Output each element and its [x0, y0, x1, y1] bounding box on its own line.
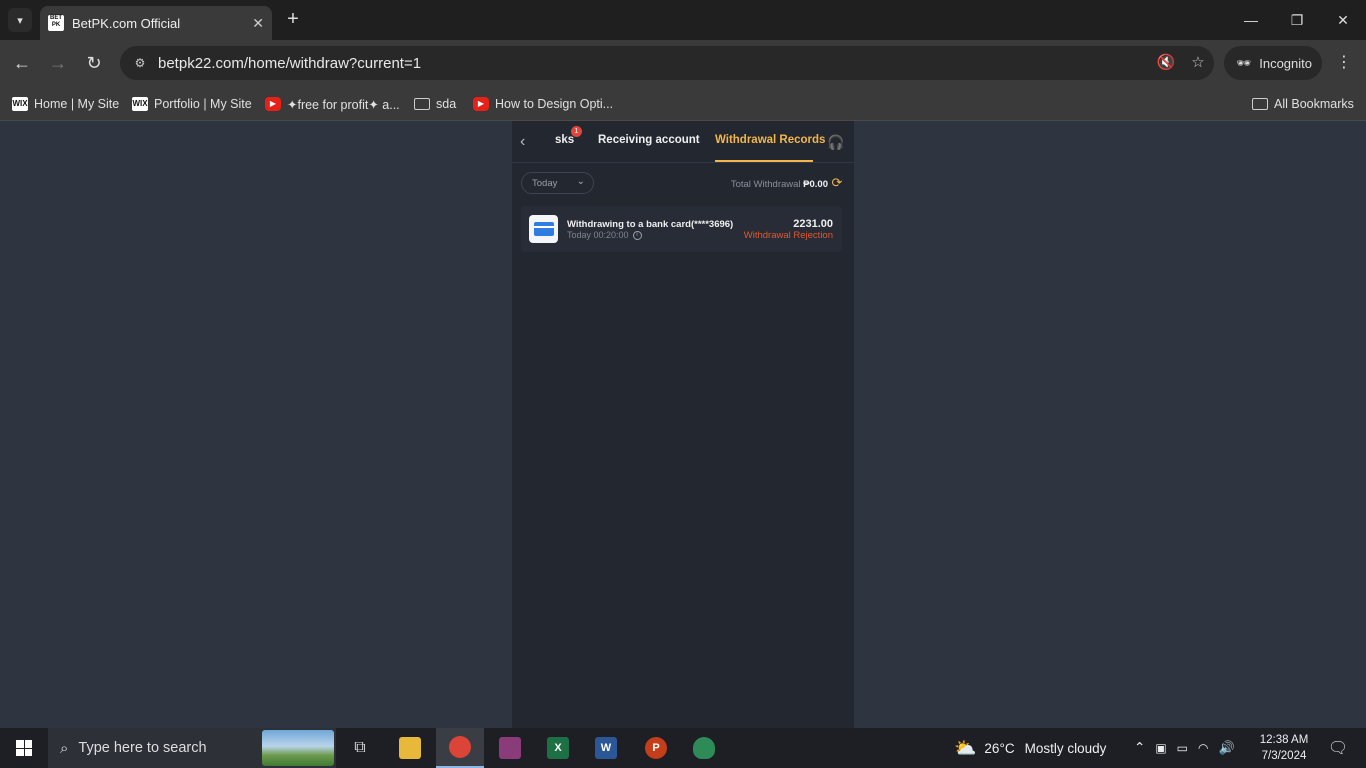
- wix-icon: WIX: [132, 97, 148, 111]
- notification-icon[interactable]: 🗨: [1318, 728, 1358, 768]
- bookmark-label: Portfolio | My Site: [154, 97, 252, 111]
- battery-icon[interactable]: ▭: [1177, 741, 1188, 755]
- weather-temp: 26°C: [984, 740, 1015, 756]
- powerpoint-icon[interactable]: P: [632, 728, 680, 768]
- search-placeholder: Type here to search: [78, 740, 207, 756]
- browser-tab-strip: ▾ BET PK BetPK.com Official ✕ + — ❐ ✕: [0, 0, 1366, 40]
- start-button[interactable]: [0, 728, 48, 768]
- clock-time: 12:38 AM: [1259, 734, 1309, 746]
- bookmark-label: ✦free for profit✦ a...: [287, 97, 400, 112]
- chevron-up-icon[interactable]: ⌃: [1134, 740, 1145, 756]
- headset-support-icon[interactable]: 🎧: [827, 133, 845, 151]
- chrome-icon[interactable]: [436, 728, 484, 768]
- excel-icon[interactable]: X: [534, 728, 582, 768]
- bank-card-icon: [529, 215, 558, 243]
- date-filter-select[interactable]: Today ⌄: [521, 172, 594, 194]
- total-withdrawal: Total Withdrawal ₱0.00: [731, 179, 828, 190]
- wifi-icon[interactable]: ◠: [1198, 741, 1208, 755]
- meet-now-icon[interactable]: ▣: [1155, 741, 1166, 755]
- browser-menu-icon[interactable]: ⋮: [1334, 52, 1354, 74]
- bookmark-item[interactable]: ▶ ✦free for profit✦ a...: [265, 92, 400, 116]
- date-filter-value: Today: [532, 177, 558, 189]
- bookmark-star-icon[interactable]: ☆: [1182, 51, 1214, 75]
- bookmarks-bar: WIX Home | My Site WIX Portfolio | My Si…: [0, 86, 1366, 121]
- file-explorer-icon[interactable]: [386, 728, 434, 768]
- bookmark-item[interactable]: WIX Portfolio | My Site: [132, 92, 252, 116]
- search-icon: ⌕: [60, 739, 69, 757]
- bookmark-item[interactable]: WIX Home | My Site: [12, 92, 119, 116]
- active-tab-underline: [715, 160, 813, 162]
- close-tab-icon[interactable]: ✕: [252, 15, 264, 32]
- clock-date: 7/3/2024: [1261, 750, 1307, 762]
- wix-icon: WIX: [12, 97, 28, 111]
- back-arrow-icon[interactable]: ←: [10, 51, 34, 75]
- bookmark-label: How to Design Opti...: [495, 97, 614, 111]
- windows-logo-icon: [16, 740, 32, 756]
- close-window-icon[interactable]: ✕: [1320, 0, 1366, 40]
- total-withdrawal-amount: ₱0.00: [803, 179, 828, 190]
- search-highlight-image: [262, 730, 334, 766]
- page-viewport: ‹ sks 1 Receiving account Withdrawal Rec…: [0, 121, 1366, 728]
- tab-badge: 1: [571, 126, 582, 137]
- incognito-icon: 🕶: [1236, 56, 1252, 70]
- withdraw-panel: ‹ sks 1 Receiving account Withdrawal Rec…: [512, 121, 854, 728]
- info-icon[interactable]: i: [632, 231, 642, 241]
- back-chevron-icon[interactable]: ‹: [520, 133, 536, 151]
- all-bookmarks-label: All Bookmarks: [1274, 97, 1354, 111]
- word-icon[interactable]: W: [582, 728, 630, 768]
- tab-title: BetPK.com Official: [72, 15, 181, 31]
- tab-withdrawal-records[interactable]: Withdrawal Records: [715, 134, 825, 146]
- task-view-icon[interactable]: ⧉: [336, 728, 384, 768]
- tab-search-chevron-icon[interactable]: ▾: [8, 8, 32, 32]
- youtube-icon: ▶: [473, 97, 489, 111]
- system-tray: ⌃ ▣ ▭ ◠ 🔊: [1134, 728, 1235, 768]
- app-shield-icon[interactable]: [680, 728, 728, 768]
- site-favicon-icon: BET PK: [48, 15, 64, 31]
- weather-widget[interactable]: ⛅ 26°C Mostly cloudy: [954, 728, 1106, 768]
- address-bar[interactable]: ⚙ betpk22.com/home/withdraw?current=1 🔇 …: [120, 46, 1214, 80]
- record-time: Today 00:20:00 i: [567, 230, 642, 241]
- bookmark-label: Home | My Site: [34, 97, 120, 111]
- winrar-icon[interactable]: [486, 728, 534, 768]
- record-title: Withdrawing to a bank card(****3696): [567, 219, 734, 230]
- cloudy-weather-icon: ⛅: [954, 737, 977, 758]
- site-settings-icon[interactable]: ⚙: [130, 53, 150, 73]
- record-amount: 2231.00: [793, 218, 833, 230]
- browser-toolbar: ← → ↻ ⚙ betpk22.com/home/withdraw?curren…: [0, 40, 1366, 86]
- tab-tasks[interactable]: sks: [555, 134, 574, 146]
- bookmark-folder[interactable]: sda: [414, 92, 456, 116]
- restore-icon[interactable]: ❐: [1274, 0, 1320, 40]
- incognito-indicator[interactable]: 🕶 Incognito: [1224, 46, 1322, 80]
- windows-taskbar: ⌕ Type here to search ⧉ X W P ⛅ 26°C Mos…: [0, 728, 1366, 768]
- record-status: Withdrawal Rejection: [743, 230, 833, 241]
- bookmark-label: sda: [436, 97, 457, 111]
- forward-arrow-icon[interactable]: →: [46, 51, 70, 75]
- withdrawal-record-row[interactable]: Withdrawing to a bank card(****3696) Tod…: [521, 206, 842, 252]
- chevron-down-icon: ⌄: [576, 176, 585, 187]
- bookmark-item[interactable]: ▶ How to Design Opti...: [473, 92, 613, 116]
- folder-icon: [414, 98, 430, 110]
- taskbar-search[interactable]: ⌕ Type here to search: [48, 728, 336, 768]
- browser-tab[interactable]: BET PK BetPK.com Official ✕: [40, 6, 272, 40]
- total-withdrawal-label: Total Withdrawal: [730, 179, 801, 190]
- new-tab-plus-icon[interactable]: +: [282, 8, 304, 32]
- incognito-label: Incognito: [1259, 55, 1312, 71]
- reload-icon[interactable]: ↻: [82, 51, 106, 75]
- withdraw-header: ‹ sks 1 Receiving account Withdrawal Rec…: [512, 121, 854, 163]
- minimize-icon[interactable]: —: [1228, 0, 1274, 40]
- sound-muted-icon[interactable]: 🔇: [1150, 51, 1182, 75]
- tab-receiving-account[interactable]: Receiving account: [598, 134, 700, 146]
- refresh-icon[interactable]: ⟳: [830, 176, 844, 190]
- all-bookmarks-button[interactable]: All Bookmarks: [1252, 92, 1354, 116]
- folder-icon: [1252, 98, 1268, 110]
- taskbar-clock[interactable]: 12:38 AM 7/3/2024: [1252, 732, 1316, 764]
- url-text[interactable]: betpk22.com/home/withdraw?current=1: [158, 55, 1150, 72]
- volume-icon[interactable]: 🔊: [1218, 740, 1234, 756]
- youtube-icon: ▶: [265, 97, 281, 111]
- weather-desc: Mostly cloudy: [1024, 740, 1107, 756]
